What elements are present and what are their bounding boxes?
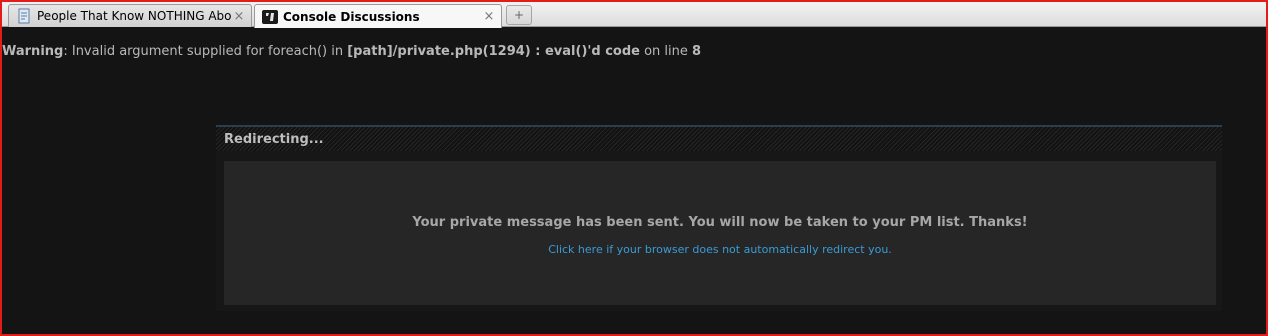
redirect-link[interactable]: Click here if your browser does not auto… bbox=[224, 243, 1216, 256]
tab-bar: People That Know NOTHING About... × Cons… bbox=[2, 2, 1266, 28]
warning-text-line: on line bbox=[639, 44, 693, 59]
close-tab-icon[interactable]: × bbox=[231, 9, 247, 24]
tab-label: People That Know NOTHING About... bbox=[37, 9, 231, 23]
redirect-panel-header: Redirecting... bbox=[216, 125, 1222, 151]
document-icon bbox=[18, 8, 30, 24]
tab-people-that-know-nothing[interactable]: People That Know NOTHING About... × bbox=[8, 4, 252, 27]
warning-prefix: Warning bbox=[2, 44, 64, 59]
tab-label: Console Discussions bbox=[283, 9, 420, 24]
site-logo-icon bbox=[262, 9, 278, 24]
close-tab-icon[interactable]: × bbox=[481, 9, 497, 24]
warning-text: : Invalid argument supplied for foreach(… bbox=[63, 44, 348, 59]
redirect-panel-body: Your private message has been sent. You … bbox=[224, 161, 1216, 305]
redirect-message: Your private message has been sent. You … bbox=[412, 215, 1028, 230]
new-tab-button[interactable]: + bbox=[506, 5, 532, 25]
warning-path: [path]/private.php(1294) : eval()'d code bbox=[347, 44, 640, 59]
redirect-title: Redirecting... bbox=[224, 132, 324, 147]
redirect-panel: Redirecting... Your private message has … bbox=[216, 125, 1222, 311]
warning-line-number: 8 bbox=[692, 44, 702, 59]
php-warning: Warning: Invalid argument supplied for f… bbox=[2, 44, 701, 59]
tab-console-discussions[interactable]: Console Discussions × bbox=[254, 4, 502, 28]
